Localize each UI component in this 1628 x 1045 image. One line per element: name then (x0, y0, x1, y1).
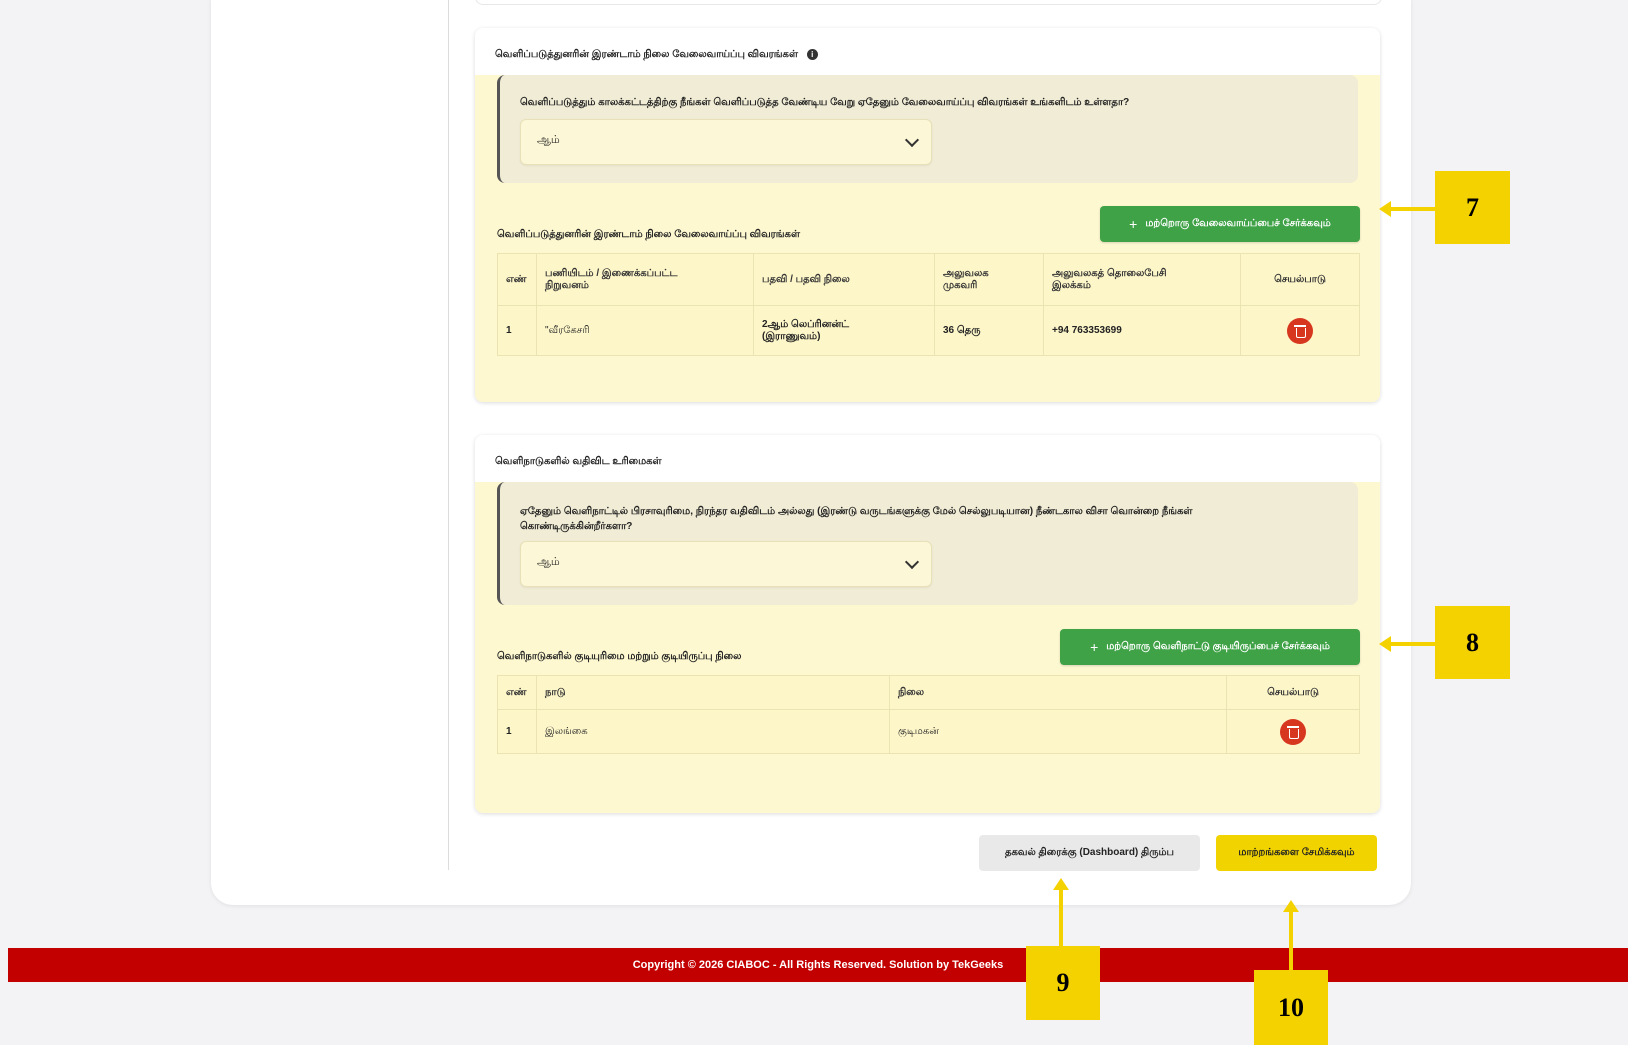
previous-section-card (475, 0, 1382, 5)
callout-8: 8 (1435, 606, 1510, 679)
callout-7: 7 (1435, 171, 1510, 244)
plus-icon: + (1129, 216, 1138, 232)
cell-position-line2: (இராணுவம்) (762, 330, 821, 342)
callout-9-arrow (1053, 878, 1069, 890)
col-workplace: பணியிடம் / இணைக்கப்பட்ட நிறுவனம் (536, 253, 754, 306)
table-header-row: எண் நாடு நிலை செயல்பாடு (497, 675, 1360, 710)
callout-8-arrow (1379, 636, 1391, 652)
callout-7-line (1390, 207, 1435, 211)
save-changes-button[interactable]: மாற்றங்களை சேமிக்கவும் (1216, 835, 1377, 871)
question-line2: கொண்டிருக்கின்றீர்களா? (520, 521, 633, 532)
residency-select[interactable]: ஆம் (520, 541, 932, 587)
trash-icon[interactable] (1280, 718, 1306, 745)
cell-action (1226, 709, 1360, 754)
content-divider (448, 0, 449, 870)
callout-9-line (1059, 890, 1063, 946)
question-text: வெளிப்படுத்தும் காலக்கட்டத்திற்கு நீங்கள… (520, 97, 1130, 108)
table-label: வெளிப்படுத்துனரின் இரண்டாம் நிலை வேலைவாய… (497, 229, 800, 240)
callout-8-line (1390, 642, 1435, 646)
employment-select[interactable]: ஆம் (520, 119, 932, 165)
callout-7-arrow (1379, 201, 1391, 217)
section-title: வெளிநாடுகளில் வதிவிட உரிமைகள் (495, 456, 662, 467)
back-to-dashboard-button[interactable]: தகவல் திரைக்கு (Dashboard) திரும்ப (979, 835, 1200, 871)
table-label: வெளிநாடுகளில் குடியுரிமை மற்றும் குடியிர… (497, 651, 742, 662)
residency-table: எண் நாடு நிலை செயல்பாடு 1 இலங்கை குடிமகன… (497, 675, 1360, 754)
col-address: அலுவலக முகவரி (934, 253, 1044, 306)
cell-position: 2ஆம் லெப்ரினன்ட் (இராணுவம்) (753, 305, 935, 356)
footer-copyright: Copyright © 2026 CIABOC - All Rights Res… (8, 948, 1628, 982)
add-residency-label: மற்றொரு வெளிநாட்டு குடியிருப்பைச் சேர்க்… (1106, 641, 1330, 652)
question-line1: ஏதேனும் வெளிநாட்டில் பிரசாவுரிமை, நிரந்த… (520, 506, 1193, 517)
table-header-row: எண் பணியிடம் / இணைக்கப்பட்ட நிறுவனம் பதவ… (497, 253, 1360, 306)
add-residency-button[interactable]: + மற்றொரு வெளிநாட்டு குடியிருப்பைச் சேர்… (1060, 629, 1360, 665)
cell-phone: +94 763353699 (1043, 305, 1241, 356)
trash-icon[interactable] (1287, 317, 1313, 344)
col-phone-line1: அலுவலகத் தொலைபேசி (1052, 267, 1167, 279)
cell-status: குடிமகன் (889, 709, 1227, 754)
question-box: வெளிப்படுத்தும் காலக்கட்டத்திற்கு நீங்கள… (497, 75, 1358, 183)
callout-10-line (1289, 912, 1293, 972)
select-value: ஆம் (537, 556, 560, 568)
section-body: ஏதேனும் வெளிநாட்டில் பிரசாவுரிமை, நிரந்த… (475, 482, 1380, 813)
col-workplace-line2: நிறுவனம் (545, 279, 589, 291)
select-value: ஆம் (537, 134, 560, 146)
col-phone: அலுவலகத் தொலைபேசி இலக்கம் (1043, 253, 1241, 306)
question-text: ஏதேனும் வெளிநாட்டில் பிரசாவுரிமை, நிரந்த… (520, 504, 1318, 534)
cell-address: 36 தெரு (934, 305, 1044, 356)
foreign-residency-section: வெளிநாடுகளில் வதிவிட உரிமைகள் ஏதேனும் வெ… (475, 435, 1380, 813)
col-phone-line2: இலக்கம் (1052, 279, 1091, 291)
col-no: எண் (497, 675, 537, 710)
callout-9: 9 (1026, 946, 1100, 1020)
section-title-text: வெளிப்படுத்துனரின் இரண்டாம் நிலை வேலைவாய… (495, 49, 798, 61)
cell-position-line1: 2ஆம் லெப்ரினன்ட் (762, 318, 850, 330)
col-address-line2: முகவரி (943, 279, 978, 291)
add-employment-label: மற்றொரு வேலைவாய்ப்பைச் சேர்க்கவும் (1145, 218, 1331, 229)
col-position: பதவி / பதவி நிலை (753, 253, 935, 306)
cell-no: 1 (497, 709, 537, 754)
col-action: செயல்பாடு (1240, 253, 1360, 306)
cell-no: 1 (497, 305, 537, 356)
col-status: நிலை (889, 675, 1227, 710)
info-icon[interactable]: i (806, 49, 818, 60)
callout-10: 10 (1254, 970, 1328, 1045)
chevron-down-icon (904, 132, 920, 148)
cell-workplace: "வீரகேசரி (536, 305, 754, 356)
chevron-down-icon (904, 554, 920, 570)
plus-icon: + (1090, 639, 1099, 655)
col-action: செயல்பாடு (1226, 675, 1360, 710)
col-address-line1: அலுவலக (943, 267, 989, 279)
table-row: 1 "வீரகேசரி 2ஆம் லெப்ரினன்ட் (இராணுவம்) … (497, 305, 1360, 356)
employment-table: எண் பணியிடம் / இணைக்கப்பட்ட நிறுவனம் பதவ… (497, 253, 1360, 356)
section-body: வெளிப்படுத்தும் காலக்கட்டத்திற்கு நீங்கள… (475, 75, 1380, 402)
callout-10-arrow (1283, 900, 1299, 912)
col-no: எண் (497, 253, 537, 306)
add-employment-button[interactable]: + மற்றொரு வேலைவாய்ப்பைச் சேர்க்கவும் (1100, 206, 1360, 242)
col-country: நாடு (536, 675, 890, 710)
table-row: 1 இலங்கை குடிமகன் (497, 709, 1360, 754)
secondary-employment-section: வெளிப்படுத்துனரின் இரண்டாம் நிலை வேலைவாய… (475, 28, 1380, 402)
cell-action (1240, 305, 1360, 356)
section-title: வெளிப்படுத்துனரின் இரண்டாம் நிலை வேலைவாய… (495, 49, 818, 61)
question-box: ஏதேனும் வெளிநாட்டில் பிரசாவுரிமை, நிரந்த… (497, 482, 1358, 605)
cell-country: இலங்கை (536, 709, 890, 754)
col-workplace-line1: பணியிடம் / இணைக்கப்பட்ட (545, 267, 678, 279)
